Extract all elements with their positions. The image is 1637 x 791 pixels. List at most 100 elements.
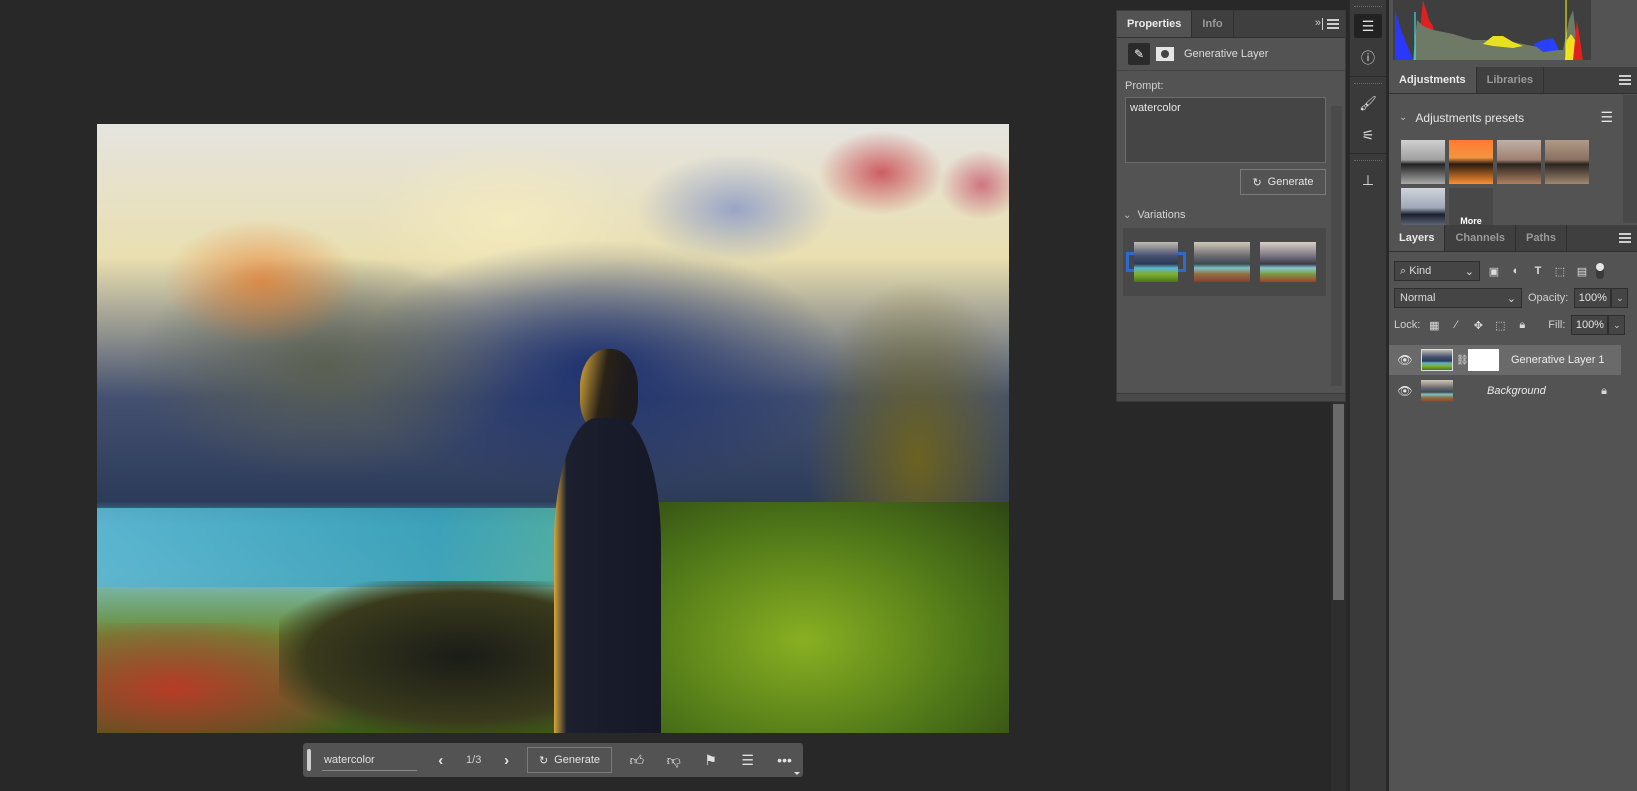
taskbar-prompt-input[interactable]: watercolor: [321, 749, 417, 771]
variation-thumbnail-1[interactable]: [1126, 242, 1186, 282]
canvas-vertical-scrollbar[interactable]: [1331, 402, 1346, 791]
flag-icon: ⚑: [704, 751, 717, 768]
tab-layers[interactable]: Layers: [1389, 225, 1446, 251]
document-canvas[interactable]: [97, 124, 1009, 733]
properties-panel-button[interactable]: ☰: [1354, 14, 1382, 38]
chevron-right-icon: ›: [504, 751, 510, 769]
histogram-panel: [1393, 0, 1591, 60]
strip-divider: [1350, 153, 1386, 154]
preset-sunset[interactable]: [1449, 140, 1493, 184]
tab-channels[interactable]: Channels: [1445, 225, 1516, 251]
filter-shape-icon[interactable]: ⬚: [1552, 265, 1568, 278]
tool-presets-button[interactable]: ⚟: [1354, 123, 1382, 147]
variations-label: Variations: [1137, 209, 1186, 221]
panel-menu-icon[interactable]: [1619, 75, 1631, 85]
more-options-button[interactable]: •••: [766, 747, 803, 773]
info-panel-button[interactable]: ⓘ: [1354, 46, 1382, 70]
variations-section-toggle[interactable]: ⌄ Variations: [1123, 209, 1345, 221]
taskbar-drag-handle[interactable]: [307, 749, 311, 771]
clone-source-button[interactable]: ⊥: [1354, 168, 1382, 192]
blend-mode-select[interactable]: Normal ⌄: [1394, 288, 1522, 308]
tab-adjustments[interactable]: Adjustments: [1389, 67, 1477, 93]
scrollbar-thumb[interactable]: [1333, 404, 1344, 600]
layer-type-header: ✎ Generative Layer: [1117, 38, 1345, 71]
chevron-down-icon: ⌄: [1464, 265, 1474, 278]
layer-mask-thumbnail[interactable]: [1468, 349, 1499, 371]
variation-thumbnail-2[interactable]: [1192, 231, 1252, 293]
tab-paths[interactable]: Paths: [1516, 225, 1567, 251]
opacity-input[interactable]: 100%: [1574, 288, 1612, 308]
opacity-dropdown[interactable]: ⌄: [1611, 288, 1629, 308]
layer-type-label: Generative Layer: [1184, 48, 1269, 60]
settings-sliders-button[interactable]: ☰: [729, 747, 766, 773]
prompt-label: Prompt:: [1125, 80, 1164, 92]
generate-label: Generate: [554, 754, 601, 766]
lock-all-icon[interactable]: 🔒︎: [1514, 319, 1530, 332]
tab-separator: [1322, 18, 1323, 30]
blend-mode-value: Normal: [1400, 292, 1436, 304]
variation-thumbnail-3[interactable]: [1258, 231, 1318, 293]
layer-name[interactable]: Background: [1487, 385, 1546, 397]
properties-tab-bar: Properties Info »: [1117, 11, 1345, 38]
panel-resize-handle[interactable]: [1117, 393, 1345, 401]
brush-settings-button[interactable]: 🖌︎: [1354, 91, 1382, 115]
variations-grid: [1123, 228, 1326, 296]
mask-link-icon[interactable]: ⛓︎: [1456, 355, 1469, 366]
fill-dropdown[interactable]: ⌄: [1608, 315, 1626, 335]
filter-pixel-icon[interactable]: ▣: [1486, 265, 1502, 278]
lock-artboard-icon[interactable]: ⬚: [1492, 319, 1508, 332]
layer-row-generative[interactable]: 👁︎ ⛓︎ Generative Layer 1: [1389, 345, 1621, 375]
lock-position-move-icon[interactable]: ✥: [1470, 319, 1486, 332]
filter-kind-value: Kind: [1409, 264, 1432, 277]
panel-menu-icon[interactable]: [1327, 19, 1339, 29]
preset-warm[interactable]: [1497, 140, 1541, 184]
previous-variation-button[interactable]: ‹: [431, 752, 451, 769]
more-dots-icon: •••: [777, 752, 792, 768]
list-view-icon[interactable]: ☰: [1600, 109, 1613, 126]
next-variation-button[interactable]: ›: [497, 752, 517, 769]
thumbs-down-button[interactable]: 👎︎: [655, 747, 692, 773]
tab-info[interactable]: Info: [1192, 11, 1234, 37]
fill-input[interactable]: 100%: [1571, 315, 1609, 335]
thumbs-up-button[interactable]: 👍︎: [618, 747, 655, 773]
visibility-eye-icon[interactable]: 👁︎: [1389, 384, 1421, 398]
strip-grip[interactable]: [1354, 6, 1382, 12]
filter-smart-object-icon[interactable]: ▤: [1574, 265, 1590, 278]
adjustments-presets-header[interactable]: ⌄ Adjustments presets ☰: [1399, 109, 1613, 126]
filter-type-icon[interactable]: T: [1530, 265, 1546, 277]
panel-menu-icon[interactable]: [1619, 233, 1631, 243]
thumbs-up-icon: 👍︎: [629, 751, 645, 768]
visibility-eye-icon[interactable]: 👁︎: [1389, 353, 1421, 367]
generate-button[interactable]: ↻ Generate: [1240, 169, 1326, 195]
lock-transparent-icon[interactable]: ▦: [1426, 319, 1442, 332]
adjustments-content: ⌄ Adjustments presets ☰ More: [1389, 95, 1623, 232]
lock-image-brush-icon[interactable]: ⁄: [1448, 319, 1464, 331]
tab-properties[interactable]: Properties: [1117, 11, 1193, 37]
fill-label: Fill:: [1548, 319, 1566, 331]
collapse-panel-icon[interactable]: »: [1315, 17, 1321, 29]
layer-name[interactable]: Generative Layer 1: [1511, 354, 1605, 366]
layer-lock-icon[interactable]: 🔒︎: [1601, 385, 1607, 398]
tab-libraries[interactable]: Libraries: [1477, 67, 1545, 93]
generate-refresh-icon: ↻: [538, 754, 549, 767]
person-body: [554, 418, 662, 733]
properties-panel: Properties Info » ✎ Generative Layer Pro…: [1116, 10, 1346, 402]
histogram-gray: [1413, 10, 1579, 60]
collapsed-panel-strip: ☰ ⓘ 🖌︎ ⚟ ⊥: [1349, 0, 1387, 791]
layer-row-background[interactable]: 👁︎ Background 🔒︎: [1389, 376, 1621, 406]
properties-scrollbar[interactable]: [1331, 106, 1342, 386]
preset-bw[interactable]: [1401, 140, 1445, 184]
taskbar-menu-caret-icon[interactable]: [794, 772, 800, 775]
adjustments-scrollbar[interactable]: [1623, 95, 1637, 223]
report-flag-button[interactable]: ⚑: [692, 747, 729, 773]
filter-adjustment-icon[interactable]: ◐: [1508, 265, 1524, 277]
prompt-textarea[interactable]: watercolor: [1125, 97, 1326, 163]
strip-grip[interactable]: [1354, 160, 1382, 166]
generate-label: Generate: [1267, 176, 1314, 188]
layer-mask-icon[interactable]: [1156, 47, 1174, 61]
taskbar-generate-button[interactable]: ↻ Generate: [526, 747, 613, 773]
preset-sepia[interactable]: [1545, 140, 1589, 184]
filter-toggle[interactable]: [1596, 263, 1604, 279]
layer-filter-kind-select[interactable]: ⌕ Kind ⌄: [1394, 261, 1480, 281]
strip-grip[interactable]: [1354, 83, 1382, 89]
